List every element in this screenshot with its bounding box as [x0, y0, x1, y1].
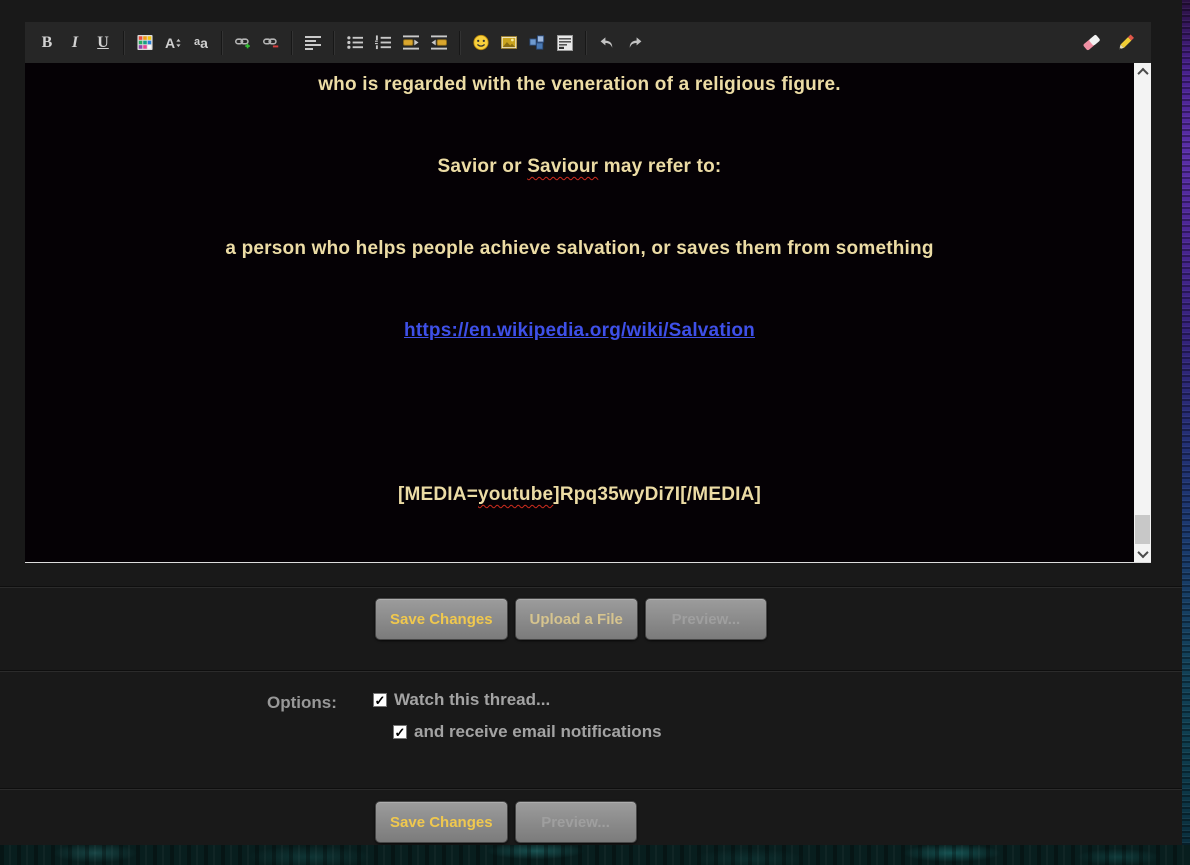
editor-text: Savior or — [438, 156, 528, 177]
toolbar-group — [341, 29, 453, 56]
toolbar-right-group — [1075, 28, 1143, 58]
toolbar-separator — [459, 31, 461, 55]
scroll-up-button[interactable] — [1134, 63, 1151, 80]
editor-paragraph: https://en.wikipedia.org/wiki/Salvation — [25, 321, 1134, 341]
save-changes-button[interactable]: Save Changes — [375, 598, 508, 640]
scroll-down-button[interactable] — [1134, 545, 1151, 562]
toolbar-separator — [123, 31, 125, 55]
toolbar-separator — [291, 31, 293, 55]
smilies-icon[interactable] — [467, 29, 495, 56]
watch-thread-option[interactable]: ✓ Watch this thread... — [373, 690, 550, 710]
font-size-icon[interactable]: A — [159, 29, 187, 56]
checkbox-checked-icon[interactable]: ✓ — [373, 693, 387, 707]
editor-text: ]Rpq35wyDi7I[/MEDIA] — [553, 484, 761, 505]
toolbar-group — [593, 29, 649, 56]
toggle-bbcode-icon[interactable] — [1109, 28, 1143, 58]
insert-code-icon[interactable] — [551, 29, 579, 56]
editor-paragraph: a person who helps people achieve salvat… — [25, 239, 1134, 259]
page-background-texture-bottom — [0, 845, 1190, 865]
toolbar-separator — [585, 31, 587, 55]
misspelled-word: Saviour — [527, 156, 598, 177]
insert-media-icon[interactable] — [523, 29, 551, 56]
editor-content[interactable]: who is regarded with the veneration of a… — [25, 63, 1134, 562]
italic-icon[interactable]: I — [61, 29, 89, 56]
unordered-list-icon[interactable] — [341, 29, 369, 56]
editor-paragraph: [MEDIA=youtube]Rpq35wyDi7I[/MEDIA] — [25, 485, 1134, 505]
editor-blank-line — [25, 444, 1134, 464]
text-align-icon[interactable] — [299, 29, 327, 56]
toolbar-separator — [221, 31, 223, 55]
editor-text: may refer to: — [598, 156, 721, 177]
insert-link-icon[interactable] — [229, 29, 257, 56]
checkbox-label[interactable]: and receive email notifications — [414, 722, 662, 742]
indent-icon[interactable] — [425, 29, 453, 56]
divider — [0, 789, 1182, 790]
upload-file-button[interactable]: Upload a File — [515, 598, 638, 640]
chevron-down-icon — [1137, 546, 1148, 557]
page-background-texture-right — [1182, 0, 1190, 845]
editor-blank-line — [25, 116, 1134, 136]
toolbar-group — [467, 29, 579, 56]
bold-icon[interactable]: B — [33, 29, 61, 56]
chevron-up-icon — [1137, 67, 1148, 78]
remove-formatting-icon[interactable] — [1075, 28, 1109, 58]
toolbar-group — [299, 29, 327, 56]
outdent-icon[interactable] — [397, 29, 425, 56]
editor-text: a person who helps people achieve salvat… — [225, 238, 933, 259]
undo-icon[interactable] — [593, 29, 621, 56]
editor-blank-line — [25, 280, 1134, 300]
preview-button[interactable]: Preview... — [645, 598, 767, 640]
underline-icon[interactable]: U — [89, 29, 117, 56]
editor-toolbar: BIU Aaa — [25, 22, 1151, 63]
editor-text: [MEDIA= — [398, 484, 478, 505]
editor-paragraph: who is regarded with the veneration of a… — [25, 75, 1134, 95]
wikipedia-link[interactable]: https://en.wikipedia.org/wiki/Salvation — [404, 320, 755, 341]
toolbar-group — [229, 29, 285, 56]
options-label: Options: — [267, 693, 337, 713]
toolbar-separator — [333, 31, 335, 55]
divider — [0, 587, 1182, 588]
editor-blank-line — [25, 403, 1134, 423]
form-action-bar: Save ChangesPreview... — [375, 801, 637, 843]
redo-icon[interactable] — [621, 29, 649, 56]
editor-action-bar: Save ChangesUpload a FilePreview... — [375, 598, 767, 640]
editor-blank-line — [25, 362, 1134, 382]
editor-paragraph: Savior or Saviour may refer to: — [25, 157, 1134, 177]
edit-post-page: BIU Aaa who is regarded with the venerati… — [0, 0, 1190, 865]
toolbar-group: BIU — [33, 29, 117, 56]
insert-image-icon[interactable] — [495, 29, 523, 56]
font-family-icon[interactable]: aa — [187, 29, 215, 56]
editor-scrollbar[interactable] — [1134, 63, 1151, 562]
editor-text: who is regarded with the veneration of a… — [318, 74, 841, 95]
editor-blank-line — [25, 198, 1134, 218]
divider — [0, 671, 1182, 672]
unlink-icon[interactable] — [257, 29, 285, 56]
ordered-list-icon[interactable] — [369, 29, 397, 56]
misspelled-word: youtube — [478, 484, 553, 505]
checkbox-label[interactable]: Watch this thread... — [394, 690, 550, 710]
toolbar-group: Aaa — [131, 29, 215, 56]
email-notifications-option[interactable]: ✓ and receive email notifications — [393, 722, 662, 742]
text-color-icon[interactable] — [131, 29, 159, 56]
rich-text-editor: who is regarded with the veneration of a… — [25, 63, 1151, 563]
scrollbar-thumb[interactable] — [1135, 515, 1150, 544]
save-changes-button[interactable]: Save Changes — [375, 801, 508, 843]
checkbox-checked-icon[interactable]: ✓ — [393, 725, 407, 739]
preview-button[interactable]: Preview... — [515, 801, 637, 843]
